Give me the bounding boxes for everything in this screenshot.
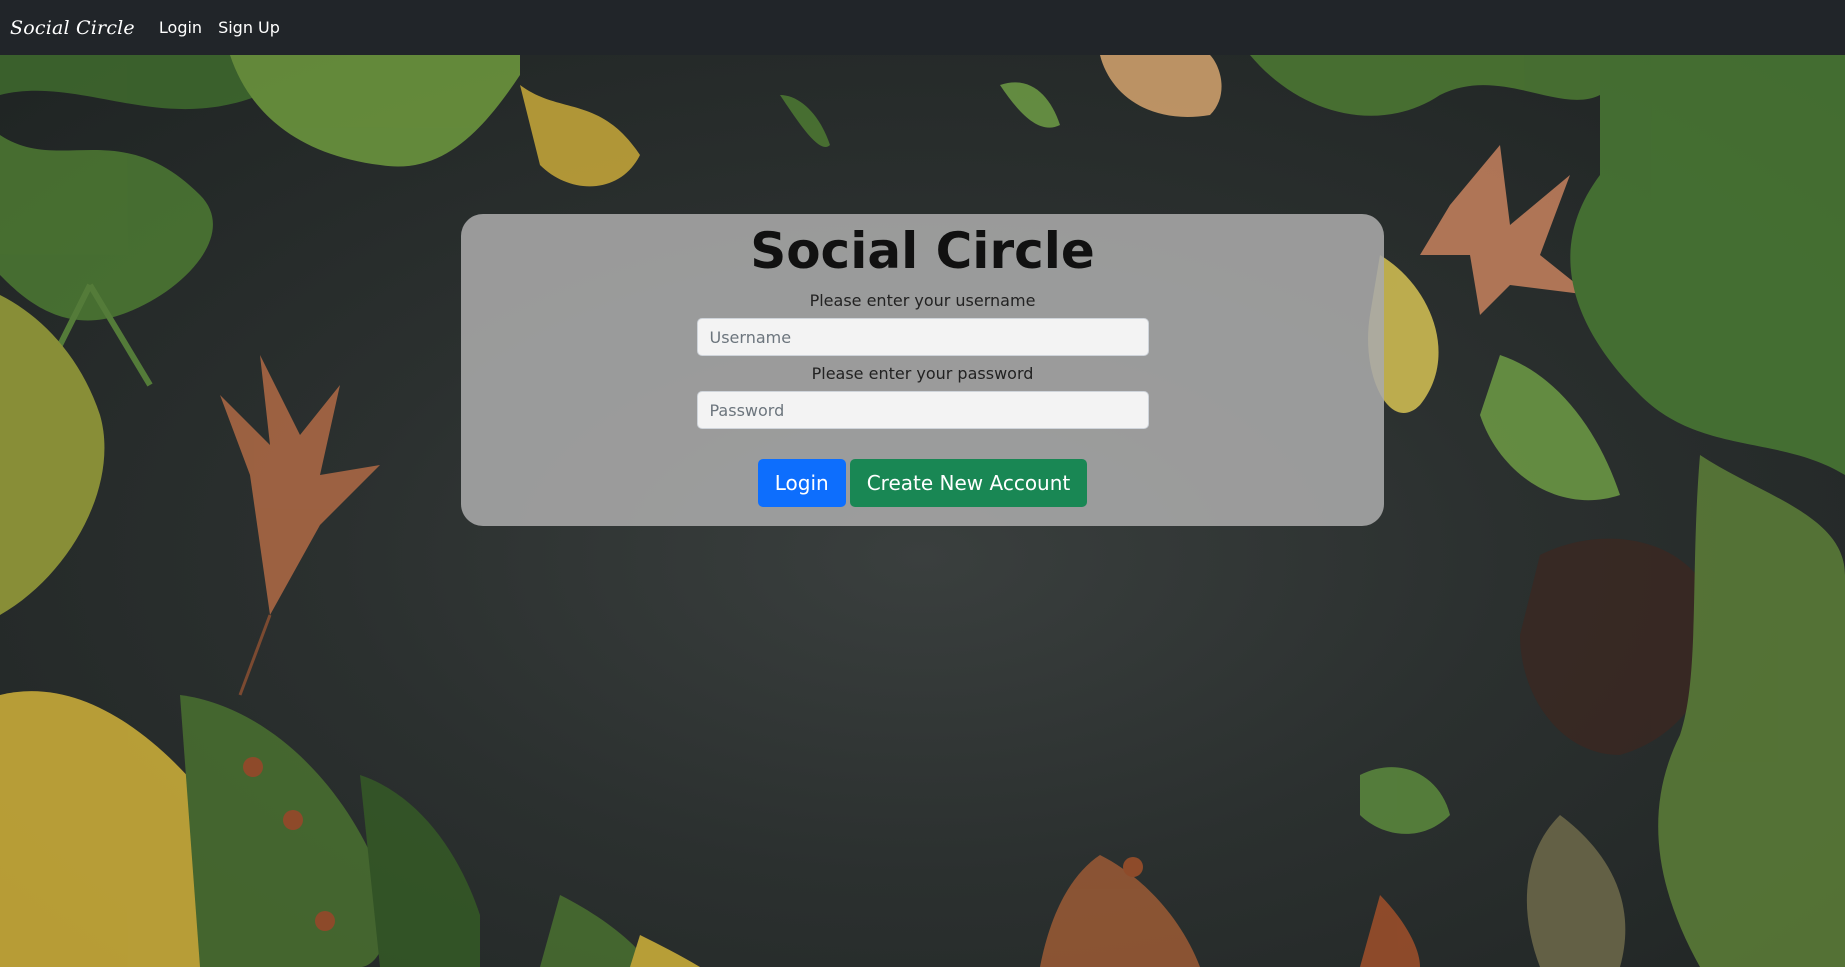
password-input[interactable] [696,391,1149,430]
username-input[interactable] [696,318,1149,357]
create-account-button[interactable]: Create New Account [849,459,1088,508]
button-row: Login Create New Account [461,459,1384,508]
nav-link-sign-up[interactable]: Sign Up [218,18,280,37]
nav-link-login[interactable]: Login [159,18,202,37]
card-title: Social Circle [750,222,1095,280]
login-button[interactable]: Login [757,459,846,508]
login-card: Social Circle Please enter your username… [461,214,1384,526]
password-prompt: Please enter your password [811,364,1034,384]
brand-logo[interactable]: Social Circle [10,17,135,39]
navbar: Social Circle Login Sign Up [0,0,1845,55]
username-prompt: Please enter your username [809,291,1036,310]
